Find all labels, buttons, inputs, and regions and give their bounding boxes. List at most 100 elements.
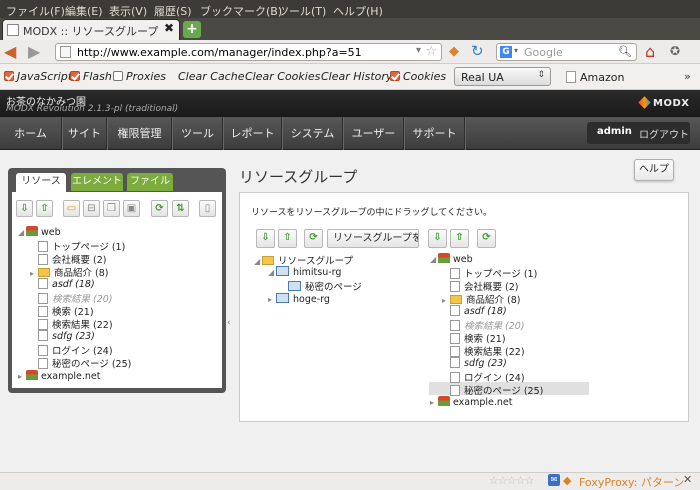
resource-expand-icon[interactable]: ⇩ bbox=[428, 229, 447, 248]
tree-node[interactable]: 検索結果 (20) bbox=[38, 291, 113, 305]
menu-edit[interactable]: 編集(E) bbox=[65, 3, 103, 19]
tree-node-group-resource[interactable]: 秘密のページ bbox=[288, 279, 362, 293]
tree-node-folder[interactable]: ▸ 商品紹介 (8) bbox=[30, 265, 108, 279]
addon-icon[interactable]: ✪ bbox=[670, 44, 680, 58]
tree-node[interactable]: 会社概要 (2) bbox=[450, 279, 518, 293]
help-button[interactable]: ヘルプ bbox=[634, 159, 674, 181]
menu-file[interactable]: ファイル(F) bbox=[6, 3, 65, 19]
back-arrow-icon[interactable]: ◀ bbox=[4, 42, 26, 62]
tree-node[interactable]: 検索 (21) bbox=[38, 304, 94, 318]
tree-node-group[interactable]: ◢ himitsu-rg bbox=[268, 266, 341, 278]
javascript-toggle[interactable]: JavaScript bbox=[4, 70, 72, 83]
tree-node[interactable]: ログイン (24) bbox=[38, 343, 113, 357]
nav-reports[interactable]: レポート bbox=[224, 117, 282, 150]
tree-node[interactable]: 検索結果 (22) bbox=[450, 344, 525, 358]
clear-history-button[interactable]: Clear History bbox=[321, 70, 392, 83]
tab-elements[interactable]: エレメント bbox=[71, 173, 123, 191]
tree-node-folder[interactable]: ▸ 商品紹介 (8) bbox=[442, 292, 520, 306]
tree-node[interactable]: asdf (18) bbox=[450, 305, 507, 317]
home-icon[interactable]: ⌂ bbox=[645, 42, 655, 61]
collapse-all-icon[interactable]: ⇧ bbox=[36, 200, 53, 217]
new-tab-button[interactable]: + bbox=[183, 21, 201, 38]
create-resource-group-button[interactable]: リソースグループを作成 bbox=[327, 229, 419, 248]
nav-site[interactable]: サイト bbox=[63, 117, 107, 150]
tree-node[interactable]: asdf (18) bbox=[38, 278, 95, 290]
tree-node-web[interactable]: ◢ web bbox=[18, 226, 61, 238]
menu-view[interactable]: 表示(V) bbox=[109, 3, 147, 19]
url-text[interactable]: http://www.example.com/manager/index.php… bbox=[77, 46, 362, 59]
nav-tools[interactable]: ツール bbox=[173, 117, 223, 150]
tab-resources[interactable]: リソース bbox=[16, 173, 66, 193]
tree-node[interactable]: 検索結果 (22) bbox=[38, 317, 113, 331]
address-bar[interactable]: http://www.example.com/manager/index.php… bbox=[55, 43, 442, 61]
flash-toggle[interactable]: Flash bbox=[70, 70, 112, 83]
search-icon[interactable]: 🔍︎ bbox=[618, 45, 632, 58]
bookmark-star-icon[interactable]: ☆ bbox=[425, 44, 437, 59]
tree-node[interactable]: ログイン (24) bbox=[450, 370, 525, 384]
tree-node[interactable]: トップページ (1) bbox=[38, 239, 125, 253]
search-box[interactable]: G ▾ Google 🔍︎ bbox=[496, 43, 637, 61]
sort-icon[interactable]: ⇅ bbox=[172, 200, 189, 217]
nav-system[interactable]: システム bbox=[283, 117, 343, 150]
expand-all-icon[interactable]: ⇩ bbox=[16, 200, 33, 217]
new-static-icon[interactable]: ▣ bbox=[123, 200, 140, 217]
resource-collapse-icon[interactable]: ⇧ bbox=[450, 229, 469, 248]
tree-node-web[interactable]: ◢ web bbox=[430, 253, 473, 265]
nav-users[interactable]: ユーザー bbox=[344, 117, 404, 150]
tree-node[interactable]: 検索 (21) bbox=[450, 331, 506, 345]
new-symlink-icon[interactable]: ❐ bbox=[103, 200, 120, 217]
forward-arrow-icon[interactable]: ▶ bbox=[28, 42, 50, 62]
nav-support[interactable]: サポート bbox=[405, 117, 465, 150]
close-statusbar-icon[interactable]: ✕ bbox=[683, 473, 692, 486]
group-collapse-icon[interactable]: ⇧ bbox=[278, 229, 297, 248]
nav-security[interactable]: 権限管理 bbox=[108, 117, 172, 150]
user-agent-select[interactable]: Real UA ⇕ bbox=[454, 67, 551, 86]
menu-bookmarks[interactable]: ブックマーク(B) bbox=[200, 3, 282, 19]
username[interactable]: admin bbox=[597, 126, 632, 137]
panel-splitter[interactable]: ‹ bbox=[226, 168, 232, 472]
tree-node[interactable]: 秘密のページ (25) bbox=[38, 356, 131, 370]
reload-icon[interactable]: ↻ bbox=[471, 42, 484, 60]
refresh-icon[interactable]: ⟳ bbox=[151, 200, 168, 217]
dropdown-arrow-icon[interactable]: ▾ bbox=[416, 45, 421, 56]
proxies-toggle[interactable]: Proxies bbox=[113, 70, 166, 83]
tree-node-group[interactable]: ▸ hoge-rg bbox=[268, 293, 330, 305]
menu-history[interactable]: 履歴(S) bbox=[154, 3, 192, 19]
new-weblink-icon[interactable]: ⊟ bbox=[83, 200, 100, 217]
tree-node[interactable]: sdfg (23) bbox=[38, 330, 95, 342]
tree-node[interactable]: 検索結果 (20) bbox=[450, 318, 525, 332]
resource-refresh-icon[interactable]: ⟳ bbox=[477, 229, 496, 248]
browser-tab[interactable]: MODX :: リソースグループ ✖ bbox=[2, 19, 180, 40]
amazon-bookmark[interactable]: Amazon bbox=[566, 71, 624, 84]
group-refresh-icon[interactable]: ⟳ bbox=[304, 229, 323, 248]
cookies-toggle[interactable]: Cookies bbox=[390, 70, 446, 83]
new-folder-icon[interactable]: ▭ bbox=[63, 200, 80, 217]
tree-node[interactable]: 会社概要 (2) bbox=[38, 252, 106, 266]
clear-cache-button[interactable]: Clear Cache bbox=[178, 70, 244, 83]
tree-node-example-net[interactable]: ▸ example.net bbox=[18, 370, 101, 382]
group-icon bbox=[288, 281, 301, 291]
google-icon[interactable]: G bbox=[500, 46, 512, 58]
search-placeholder[interactable]: Google bbox=[524, 46, 563, 59]
group-expand-icon[interactable]: ⇩ bbox=[256, 229, 275, 248]
tree-node-resource-groups[interactable]: ◢ リソースグループ bbox=[254, 253, 353, 267]
tab-files[interactable]: ファイル bbox=[127, 173, 173, 191]
tree-node-example-net[interactable]: ▸ example.net bbox=[430, 396, 513, 408]
tree-node[interactable]: sdfg (23) bbox=[450, 357, 507, 369]
foxyproxy-icon[interactable]: ◆ bbox=[563, 474, 571, 487]
foxyproxy-icon[interactable]: ◆ bbox=[449, 44, 463, 59]
nav-home[interactable]: ホーム bbox=[0, 117, 62, 150]
rating-stars[interactable]: ☆☆☆☆☆ bbox=[489, 474, 534, 487]
close-tab-icon[interactable]: ✖ bbox=[162, 21, 176, 35]
logout-link[interactable]: ログアウト bbox=[639, 126, 689, 141]
chevron-down-icon[interactable]: ▾ bbox=[514, 46, 518, 55]
clear-cookies-button[interactable]: Clear Cookies bbox=[245, 70, 320, 83]
tree-node[interactable]: トップページ (1) bbox=[450, 266, 537, 280]
addon-status-icon[interactable]: ✉ bbox=[548, 474, 560, 486]
tree-node[interactable]: 秘密のページ (25) bbox=[450, 383, 543, 397]
menu-tools[interactable]: ツール(T) bbox=[278, 3, 326, 19]
more-chevron-icon[interactable]: » bbox=[684, 70, 691, 83]
foxyproxy-status[interactable]: FoxyProxy: パターン bbox=[579, 474, 684, 490]
trash-icon[interactable]: ▯ bbox=[199, 200, 216, 217]
menu-help[interactable]: ヘルプ(H) bbox=[333, 3, 383, 19]
